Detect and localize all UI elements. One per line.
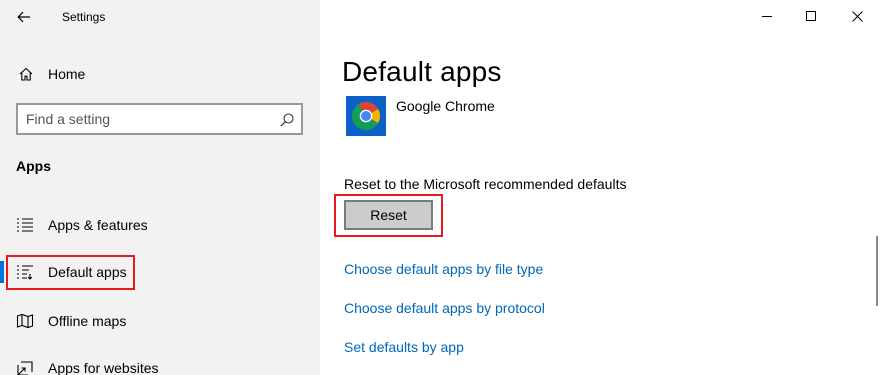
sidebar-item-apps-for-websites[interactable]: Apps for websites — [0, 350, 320, 375]
current-browser-name: Google Chrome — [396, 98, 495, 114]
reset-caption: Reset to the Microsoft recommended defau… — [344, 176, 627, 192]
maximize-icon — [806, 11, 816, 21]
search-input[interactable] — [26, 110, 266, 128]
link-set-defaults-by-app[interactable]: Set defaults by app — [344, 339, 464, 355]
scrollbar[interactable] — [876, 236, 878, 306]
sidebar-item-label: Offline maps — [48, 313, 127, 329]
list-icon — [17, 218, 33, 232]
search-icon[interactable] — [279, 112, 295, 128]
link-choose-by-file-type[interactable]: Choose default apps by file type — [344, 261, 543, 277]
close-icon — [851, 10, 863, 22]
sidebar-item-label: Home — [48, 66, 86, 82]
chrome-icon — [352, 102, 380, 130]
close-button[interactable] — [834, 0, 880, 32]
open-in-app-icon — [17, 361, 33, 375]
minimize-button[interactable] — [744, 0, 790, 32]
maximize-button[interactable] — [788, 0, 834, 32]
active-indicator — [0, 261, 4, 283]
home-icon — [19, 67, 33, 81]
sidebar-item-apps-features[interactable]: Apps & features — [0, 207, 320, 243]
sidebar-item-label: Apps for websites — [48, 360, 159, 375]
sidebar-item-home[interactable]: Home — [0, 58, 320, 90]
page-title: Default apps — [342, 56, 502, 87]
map-icon — [16, 313, 34, 329]
sidebar-item-default-apps[interactable]: Default apps — [0, 254, 320, 290]
web-browser-app-button[interactable] — [346, 96, 386, 136]
default-apps-icon — [17, 265, 33, 280]
minimize-icon — [762, 16, 772, 17]
window-title: Settings — [62, 10, 106, 24]
sidebar: Settings Home Apps Apps & features Defau… — [0, 0, 320, 375]
section-heading: Apps — [16, 158, 51, 174]
reset-button[interactable]: Reset — [344, 200, 433, 230]
back-button[interactable] — [6, 2, 42, 32]
search-box[interactable] — [16, 103, 303, 135]
sidebar-item-label: Apps & features — [48, 217, 148, 233]
link-choose-by-protocol[interactable]: Choose default apps by protocol — [344, 300, 545, 316]
sidebar-item-label: Default apps — [48, 264, 127, 280]
back-arrow-icon — [17, 11, 30, 23]
sidebar-item-offline-maps[interactable]: Offline maps — [0, 303, 320, 339]
